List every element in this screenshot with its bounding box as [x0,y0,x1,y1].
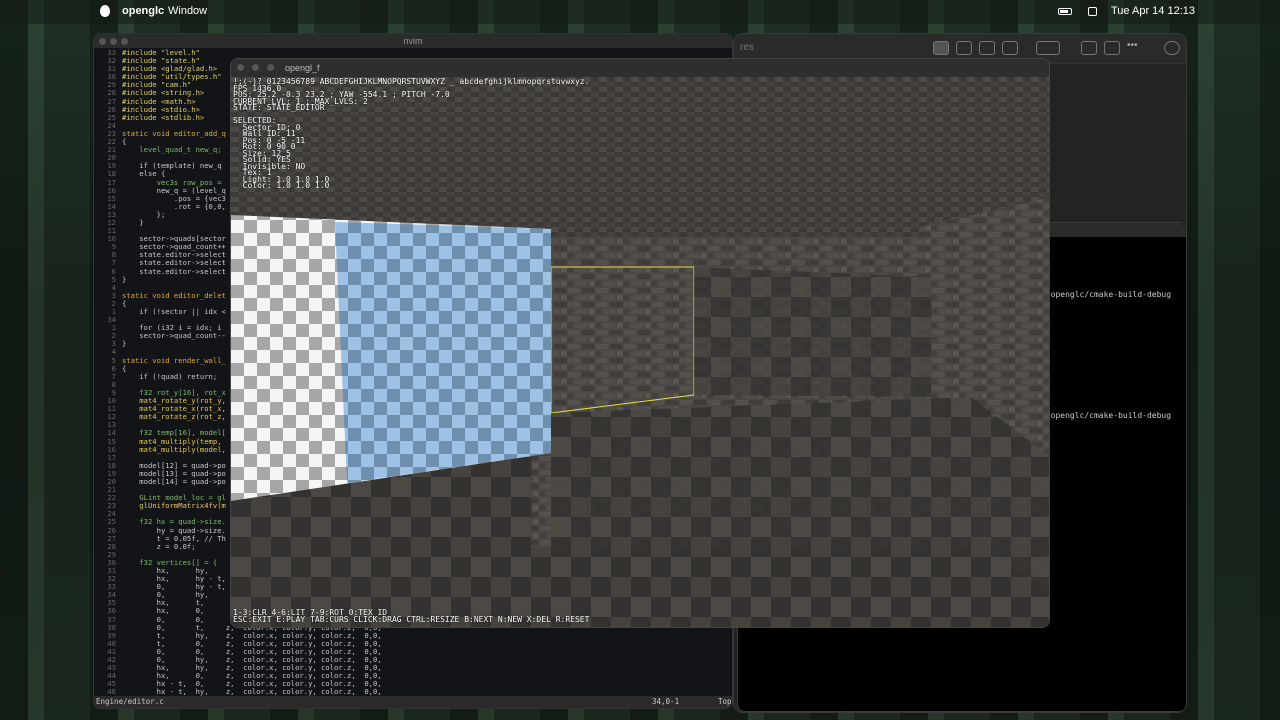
hud-debug-text: !;(-)? 0123456789 ABCDEFGHIJKLMNOPQRSTUV… [233,77,590,190]
search-icon[interactable] [1164,41,1180,55]
gallery-view-icon[interactable] [1002,41,1018,55]
code-text: static void render_wall_ [122,355,226,365]
apple-icon[interactable] [100,5,110,17]
tag-icon[interactable] [1104,41,1120,55]
code-text: if (!quad) return; [122,371,218,381]
icon-view-icon[interactable] [933,41,949,55]
battery-icon[interactable] [1058,8,1072,15]
code-text: mat4_rotate_z(rot_z, [122,412,226,422]
code-text: glUniformMatrix4fv(m [122,501,226,511]
opengl-title: opengl_f [285,63,320,73]
code-text: level_quad_t new_q; [122,145,222,155]
terminal-line: s/openglc/cmake-build-debug [1041,290,1172,299]
status-cursor-position: 34,0-1 [652,697,680,706]
terminal-line: s/openglc/cmake-build-debug [1041,411,1172,420]
control-center-icon[interactable] [1088,7,1097,16]
nvim-titlebar[interactable]: nvim [94,34,732,48]
column-view-icon[interactable] [979,41,995,55]
menubar-clock[interactable]: Tue Apr 14 12:13 [1111,5,1195,17]
opengl-titlebar[interactable]: opengl_f [231,59,1049,77]
code-text: z = 0.0f; [122,541,196,551]
code-text: if (!sector || idx < [122,307,226,316]
opengl-window[interactable]: opengl_f !;(-)? 0123456789 ABCDEFGHIJKLM… [230,58,1050,628]
opengl-viewport[interactable]: !;(-)? 0123456789 ABCDEFGHIJKLMNOPQRSTUV… [231,77,1049,627]
close-icon[interactable] [237,64,244,71]
menu-bar: openglc Window Tue Apr 14 12:13 [0,0,1280,24]
code-text: sector->quad_count-- [122,331,226,341]
zoom-icon[interactable] [267,64,274,71]
group-icon[interactable] [1036,41,1060,55]
code-text: state.editor->select [122,266,226,276]
code-text: static void editor_add_q [122,128,226,138]
code-text: } [122,217,144,227]
finder-title: res [740,42,754,53]
minimize-icon[interactable] [252,64,259,71]
list-view-icon[interactable] [956,41,972,55]
code-text: static void editor_delet [122,290,226,300]
status-scroll: Top [718,697,732,706]
menubar-app-name[interactable]: openglc [122,5,164,17]
code-text: model[14] = quad->po [122,476,226,486]
hud-keybindings: 1-3:CLR 4-6:LIT 7-9:ROT 0:TEX_ID ESC:EXI… [233,608,590,624]
code-text: } [122,274,127,284]
code-text: mat4_multiply(model, [122,444,226,454]
status-filename: Engine/editor.c [96,697,164,706]
nvim-title: nvim [403,36,423,46]
code-text: } [122,339,127,349]
code-text: #include <stdlib.h> [122,112,205,122]
more-icon[interactable]: ••• [1127,41,1143,55]
menubar-window-menu[interactable]: Window [168,5,207,17]
share-icon[interactable] [1081,41,1097,55]
nvim-statusline: Engine/editor.c 34,0-1 Top [94,696,732,708]
